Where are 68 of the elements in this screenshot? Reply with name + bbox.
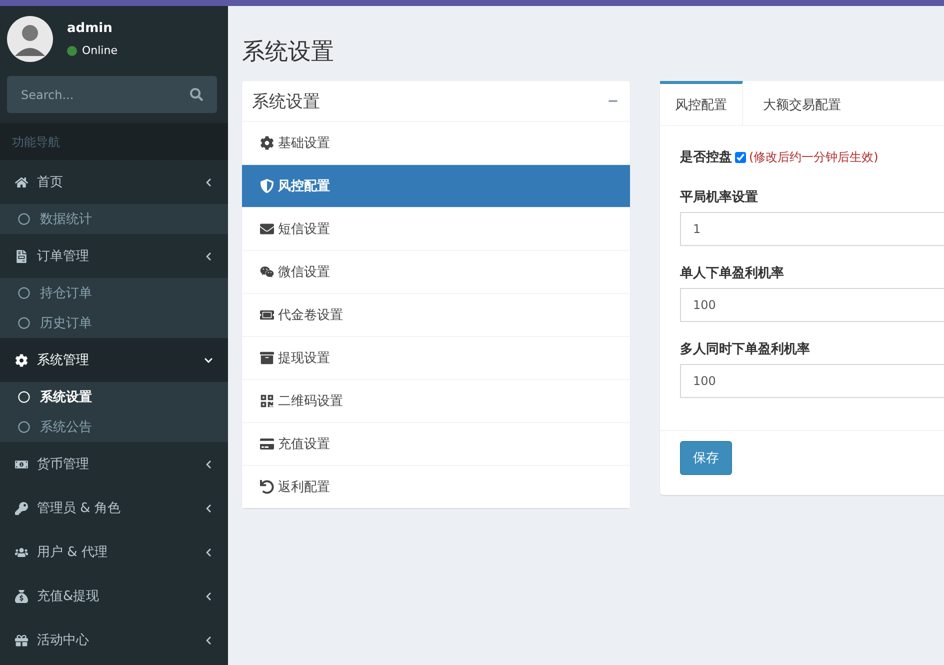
chevron-left-icon [204, 548, 213, 556]
envelope-icon [260, 222, 274, 236]
money-icon [15, 458, 28, 470]
menu-item[interactable]: 用户 & 代理 [0, 530, 228, 574]
field-label: 是否控盘 [680, 149, 732, 166]
menu-item[interactable]: 活动中心 [0, 618, 228, 662]
checkbox[interactable] [735, 152, 746, 162]
menu-item[interactable]: 充值&提现 [0, 574, 228, 618]
gear-icon [260, 136, 274, 150]
submenu-item[interactable]: 历史订单 [0, 308, 228, 338]
field-label: 多人同时下单盈利机率 [680, 340, 811, 358]
save-button[interactable]: 保存 [680, 441, 732, 475]
settings-item[interactable]: 基础设置 [242, 121, 630, 164]
avatar [7, 16, 53, 62]
settings-item[interactable]: 短信设置 [242, 207, 630, 250]
submenu-item[interactable]: 持仓订单 [0, 278, 228, 308]
ticket-icon [260, 308, 274, 322]
settings-item[interactable]: 充值设置 [242, 422, 630, 465]
money-bag-icon [15, 590, 28, 602]
chevron-left-icon [204, 636, 213, 644]
key-icon [15, 502, 28, 514]
chevron-left-icon [204, 592, 213, 600]
menu-item[interactable]: 系统管理 [0, 338, 228, 382]
gear-icon [15, 354, 28, 366]
archive-icon [260, 351, 274, 365]
nav-header: 功能导航 [0, 123, 228, 160]
settings-item[interactable]: 二维码设置 [242, 379, 630, 422]
submenu-item[interactable]: 系统设置 [0, 382, 228, 412]
menu-item[interactable]: 管理员 & 角色 [0, 486, 228, 530]
page-title: 系统设置 [242, 38, 335, 67]
menu-item[interactable]: 首页 [0, 160, 228, 204]
card-icon [260, 437, 274, 451]
input-field[interactable]: 100 [680, 364, 944, 398]
chevron-left-icon [204, 252, 213, 260]
field-label: 平局机率设置 [680, 188, 759, 206]
menu-item[interactable]: 订单管理 [0, 234, 228, 278]
user-status: Online [82, 44, 118, 57]
online-status-dot [67, 46, 77, 56]
chevron-down-icon [204, 356, 213, 364]
settings-item[interactable]: 风控配置 [242, 164, 630, 207]
settings-item[interactable]: 返利配置 [242, 465, 630, 508]
chevron-left-icon [204, 178, 213, 186]
users-icon [15, 546, 28, 558]
search-icon[interactable] [190, 88, 203, 101]
chevron-left-icon [204, 460, 213, 468]
settings-item[interactable]: 代金卷设置 [242, 293, 630, 336]
tab[interactable]: 大额交易配置 [743, 81, 856, 125]
settings-item[interactable]: 微信设置 [242, 250, 630, 293]
chevron-left-icon [204, 504, 213, 512]
submenu-item[interactable]: 系统公告 [0, 412, 228, 442]
panel-title: 系统设置 [252, 90, 320, 112]
tab[interactable]: 风控配置 [660, 81, 743, 125]
search-field[interactable]: Search... [7, 76, 217, 113]
input-field[interactable]: 100 [680, 288, 944, 322]
user-name: admin [67, 21, 114, 36]
settings-item[interactable]: 提现设置 [242, 336, 630, 379]
submenu-item[interactable]: 数据统计 [0, 204, 228, 234]
gift-icon [15, 634, 28, 646]
note-text: (修改后约一分钟后生效) [749, 148, 878, 166]
input-field[interactable]: 1 [680, 212, 944, 246]
qrcode-icon [260, 394, 274, 408]
menu-item[interactable]: 货币管理 [0, 442, 228, 486]
chat-bubbles-icon [260, 265, 274, 279]
return-icon [260, 480, 274, 494]
document-icon [15, 250, 28, 262]
field-label: 单人下单盈利机率 [680, 264, 785, 282]
home-icon [15, 176, 28, 188]
shield-icon [260, 179, 274, 193]
